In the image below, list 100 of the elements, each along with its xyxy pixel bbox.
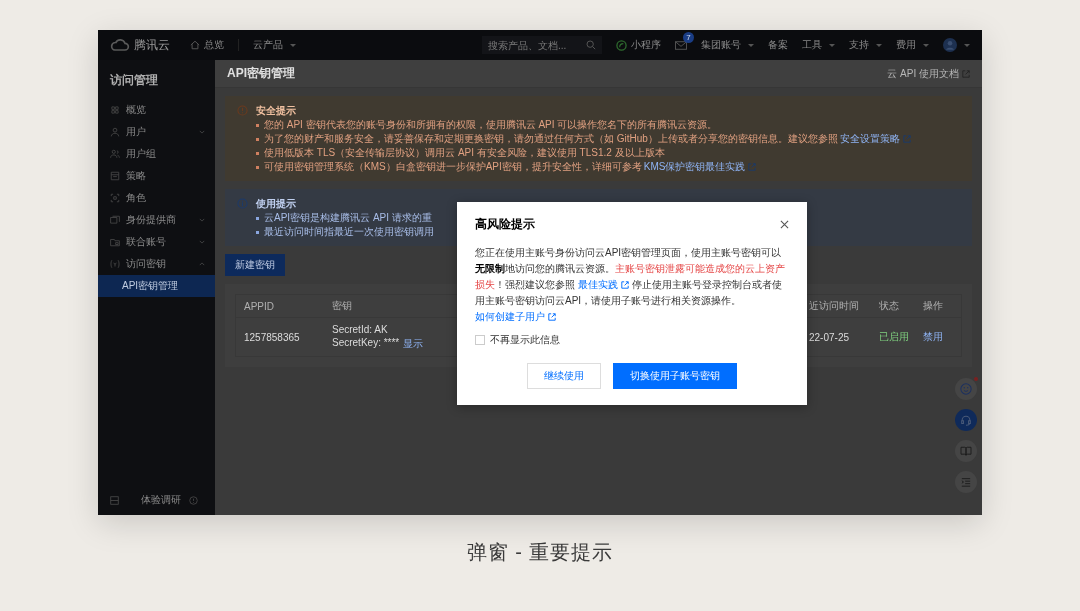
column-header: 状态	[879, 299, 900, 313]
status-text: 已启用	[879, 330, 910, 344]
bullet-icon	[256, 166, 259, 169]
book-icon	[960, 446, 972, 456]
top-menu[interactable]: 费用	[896, 38, 929, 52]
dialog-message: 您正在使用主账号身份访问云API密钥管理页面，使用主账号密钥可以 无限制地访问您的腾讯云资源。主账号密钥泄露可能造成您的云上资产损失！强烈建议您参照 最佳实践 停止使用主账号登录控制台或者使用主账号密钥访问云API，请使用子账号进行相关资源操作。 如何创建子用户	[475, 245, 789, 325]
top-menu[interactable]: 集团账号	[701, 38, 754, 52]
create-key-button[interactable]: 新建密钥	[225, 254, 285, 276]
sidebar-item[interactable]: 概览	[98, 99, 215, 121]
sidebar-item[interactable]: 联合账号	[98, 231, 215, 253]
disable-link[interactable]: 禁用	[923, 330, 953, 344]
notice-text: 为了您的财产和服务安全，请妥善保存和定期更换密钥，请勿通过任何方式（如 GitHub）上传或者分享您的密钥信息。建议您参照 安全设置策略	[264, 132, 911, 146]
column-header: APPID	[244, 300, 275, 312]
chevron-down-icon	[199, 240, 205, 244]
chevron-down-icon	[199, 130, 205, 134]
column-header: 密钥	[332, 299, 353, 313]
caret-icon	[876, 43, 882, 47]
mini-program-link[interactable]: 小程序	[616, 38, 661, 52]
docs-button[interactable]	[955, 440, 977, 462]
notice-text: 可使用密钥管理系统（KMS）白盒密钥进一步保护API密钥，提升安全性，详细可参考 KMS保护密钥最佳实践	[264, 160, 757, 174]
menu-icon	[110, 105, 120, 115]
sidebar-item[interactable]: 策略	[98, 165, 215, 187]
bullet-icon	[256, 138, 259, 141]
smiley-icon	[960, 383, 972, 395]
caret-icon	[923, 43, 929, 47]
column-header: 操作	[923, 299, 944, 313]
cloud-logo-icon	[110, 38, 130, 52]
secret-key: SecretKey: ****	[332, 336, 400, 351]
notification-count: 7	[683, 31, 694, 43]
top-menu[interactable]: 支持	[849, 38, 882, 52]
menu-icon	[110, 149, 120, 159]
collapse-icon[interactable]	[110, 495, 119, 505]
continue-button[interactable]: 继续使用	[527, 363, 601, 389]
headset-icon	[960, 414, 972, 426]
sidebar-item[interactable]: 用户组	[98, 143, 215, 165]
api-docs-link[interactable]: 云 API 使用文档	[887, 66, 970, 81]
notice-text: 您的 API 密钥代表您的账号身份和所拥有的权限，使用腾讯云 API 可以操作您名下的所有腾讯云资源。	[264, 118, 718, 132]
bullet-icon	[256, 231, 259, 234]
menu-icon	[110, 193, 120, 203]
external-link-icon	[548, 313, 556, 321]
brand-name: 腾讯云	[134, 36, 170, 54]
column-header: 近访问时间	[809, 299, 860, 313]
support-button[interactable]	[955, 409, 977, 431]
menu-icon	[110, 215, 120, 225]
mail-icon[interactable]	[675, 40, 687, 50]
home-icon	[190, 40, 200, 50]
external-link-icon	[902, 135, 911, 143]
show-link[interactable]: 显示	[403, 336, 424, 351]
menu-icon	[110, 259, 120, 269]
table-cell-text: 1257858365	[244, 331, 301, 343]
home-link[interactable]: 总览	[190, 38, 224, 52]
notification-dot	[974, 377, 978, 381]
sidebar-subitem[interactable]: API密钥管理	[98, 275, 215, 297]
chevron-down-icon	[199, 218, 205, 222]
bullet-icon	[256, 152, 259, 155]
chevron-up-icon	[199, 262, 205, 266]
caret-icon	[964, 43, 970, 47]
search-icon	[586, 40, 596, 50]
bullet-icon	[256, 217, 259, 220]
sidebar-item[interactable]: 角色	[98, 187, 215, 209]
policy-link[interactable]: KMS保护密钥最佳实践	[643, 160, 757, 174]
sidebar-item[interactable]: 用户	[98, 121, 215, 143]
warning-icon	[237, 105, 248, 116]
sidebar-item[interactable]: 访问密钥	[98, 253, 215, 275]
menu-icon	[110, 171, 120, 181]
menu-icon	[110, 127, 120, 137]
info-icon	[237, 198, 248, 209]
survey-link[interactable]: 体验调研	[141, 493, 181, 507]
avatar-icon[interactable]	[943, 38, 957, 52]
notice-text: 使用低版本 TLS（安全传输层协议）调用云 API 有安全风险，建议使用 TLS1.2 及以上版本	[264, 146, 665, 160]
feedback-button[interactable]	[955, 378, 977, 400]
list-icon	[961, 477, 971, 487]
external-link-icon	[748, 163, 757, 171]
caret-icon	[748, 43, 754, 47]
table-cell-text: 22-07-25	[809, 331, 851, 343]
sidebar-item[interactable]: 身份提供商	[98, 209, 215, 231]
menu-icon	[110, 237, 120, 247]
notice-text: 最近访问时间指最近一次使用密钥调用	[264, 225, 434, 239]
caret-icon	[290, 43, 296, 47]
bullet-icon	[256, 124, 259, 127]
top-link[interactable]: 备案	[768, 38, 788, 52]
close-icon[interactable]	[780, 220, 789, 229]
policy-link[interactable]: 安全设置策略	[839, 132, 911, 146]
checkbox[interactable]	[475, 335, 485, 345]
dialog-title: 高风险提示	[475, 216, 535, 233]
notice-title: 安全提示	[256, 104, 297, 118]
notice-text: 云API密钥是构建腾讯云 API 请求的重	[264, 211, 432, 225]
products-menu[interactable]: 云产品	[253, 38, 296, 52]
help-link[interactable]: 最佳实践	[577, 277, 629, 293]
secret-id: SecretId: AK	[332, 323, 389, 335]
external-link-icon	[620, 281, 629, 289]
help-link[interactable]: 如何创建子用户	[475, 309, 556, 325]
sidebar-title: 访问管理	[109, 72, 159, 89]
top-menu[interactable]: 工具	[802, 38, 835, 52]
external-link-icon	[962, 69, 970, 78]
survey-icon	[189, 495, 198, 505]
list-button[interactable]	[955, 471, 977, 493]
search-field[interactable]: 搜索产品、文档...	[482, 36, 602, 54]
switch-button[interactable]: 切换使用子账号密钥	[613, 363, 737, 389]
checkbox-label: 不再显示此信息	[490, 333, 560, 347]
